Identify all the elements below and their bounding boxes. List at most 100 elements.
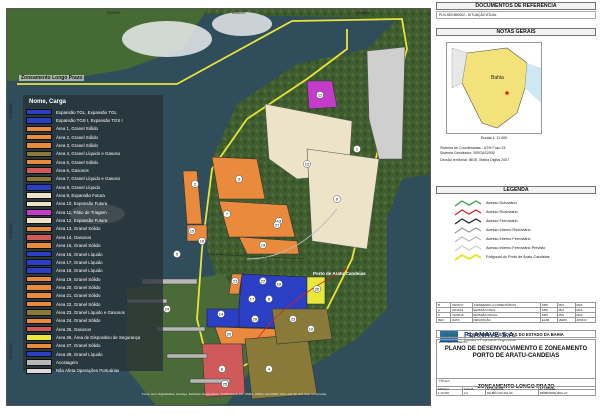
access-legend-item: Acesso Interno Ferroviário Previsto	[454, 243, 596, 252]
legend-swatch	[26, 108, 52, 116]
legend-label: Área 4, Granel Líquido e Gasoso	[56, 151, 121, 157]
legend-item: Área 17, Granel Líquido	[26, 258, 160, 266]
area-number-label: 15	[190, 228, 195, 233]
revision-cell: APROV.	[574, 317, 596, 323]
legend-item: Área 9, Expansão Futura	[26, 191, 160, 199]
area-shape	[271, 308, 333, 345]
legend-label: Expansão TGS I, Expansão TGS I	[56, 118, 123, 124]
access-legend: LEGENDA Acesso Dutoviário Acesso Rodoviár…	[436, 186, 596, 314]
legend-swatch	[26, 175, 52, 183]
legend-item: Área 24, Granel Sólido	[26, 317, 160, 325]
note-line: Sistema Geodésico: SIRGAS2000	[440, 150, 495, 155]
revision-cell: ELAB.	[539, 317, 558, 323]
area-number-label: 17	[250, 296, 255, 301]
access-legend-item: Acesso Ferroviário	[454, 216, 596, 225]
legend-swatch	[26, 367, 52, 375]
legend-heading: LEGENDA	[436, 186, 596, 194]
legend-swatch	[26, 242, 52, 249]
access-line-icon	[454, 226, 482, 233]
legend-item: Área 22, Granel Sólido	[26, 300, 160, 308]
cloud	[212, 12, 272, 36]
area-number-label: 23	[291, 316, 296, 321]
legend-item: Acostagem	[26, 358, 160, 366]
access-legend-item: Acesso Dutoviário	[454, 198, 596, 207]
legend-item: Área 8, Granel Líquido	[26, 183, 160, 191]
legend-label: Área 11, Pátio de Triagem	[56, 209, 107, 215]
area-number-label: 25	[223, 381, 228, 386]
access-legend-label: Acesso Ferroviário	[486, 218, 518, 223]
legend-swatch	[26, 350, 52, 358]
area-number-label: 28	[253, 316, 258, 321]
legend-label: Área 21, Granel Sólido	[56, 293, 101, 299]
legend-label: Área 7, Granel Líquido e Gasoso	[56, 176, 121, 182]
legend-item: Área 12, Expansão Futura	[26, 216, 160, 224]
legend-label: Área 14, Gasosos	[56, 234, 92, 240]
legend-item: Área 6, Gasosos	[26, 166, 160, 174]
legend-swatch	[26, 125, 52, 133]
access-legend-label: Acesso Interno Rodoviário	[486, 227, 531, 232]
legend-swatch	[26, 184, 52, 191]
legend-label: Área 15, Granel Sólido	[56, 243, 101, 249]
legend-swatch	[26, 192, 52, 199]
meta-cell: N° PLANAVE DE-B00-C00-001-00	[484, 386, 539, 396]
ref-heading: DOCUMENTOS DE REFERÊNCIA	[436, 2, 596, 10]
access-legend-item: Poligonal do Porto de Aratu-Candeias	[454, 252, 596, 261]
legend-label: Área 26, Área de Dispositivo de Seguranç…	[56, 334, 141, 340]
coord-left-2: 8586000	[8, 223, 13, 239]
legend-item: Área 20, Granel Sólido	[26, 283, 160, 291]
legend-swatch	[26, 234, 52, 241]
legend-label: Área 9, Expansão Futura	[56, 193, 105, 199]
legend-swatch	[26, 300, 52, 308]
pier	[166, 353, 208, 359]
revision-table: B 30/03/17 ATENDENDO A COMENTÁRIOS SPR PRJ MA…	[435, 302, 596, 323]
inset-map-svg: Bahia	[451, 47, 541, 129]
note-line: Divisão territorial: IBGE, Malha Digital…	[440, 158, 510, 163]
access-legend-label: Acesso Rodoviário	[486, 209, 518, 214]
access-legend-list: Acesso Dutoviário Acesso Rodoviário Acesso…	[436, 198, 596, 261]
legend-label: Área 18, Granel Líquido	[56, 268, 103, 274]
meta-cell: N° CODEBA B00B000000-000-LAY	[537, 386, 597, 396]
legend-swatch	[26, 167, 52, 174]
legend-item: Área 21, Granel Sólido	[26, 292, 160, 300]
client-logo: CODEBA	[441, 332, 459, 337]
legend-swatch	[26, 209, 52, 216]
cloud	[122, 21, 212, 57]
legend-swatch	[26, 309, 52, 316]
legend-item: Área 27, Granel Sólido	[26, 342, 160, 350]
legend-label: Área 1, Granel Sólido	[56, 126, 98, 132]
notes-heading: NOTAS GERAIS	[436, 28, 596, 36]
legend-label: Área 17, Granel Líquido	[56, 259, 103, 265]
legend-label: Área 28, Granel Líquido	[56, 351, 103, 357]
access-legend-item: Acesso Rodoviário	[454, 207, 596, 216]
area-number-label: 16	[200, 238, 205, 243]
legend-swatch	[26, 284, 52, 291]
access-line-icon	[454, 244, 482, 251]
legend-label: Área 12, Expansão Futura	[56, 218, 108, 224]
area-number-label: 24	[165, 306, 170, 311]
legend-label: Expansão TGL, Expansão TGL	[56, 109, 117, 115]
map-frame[interactable]: 1 2 3 4 5 6 7 8 9 10 11 12 13 14 15 16 17 18 19 20 21 22 23 24 2…	[6, 8, 431, 406]
legend-swatch	[26, 150, 52, 158]
legend-item: Área 2, Granel Sólido	[26, 133, 160, 141]
legend-item: Não Afeta Operações Portuárias	[26, 367, 160, 375]
legend-label: Área 2, Granel Sólido	[56, 134, 98, 140]
legend-swatch	[26, 334, 52, 341]
access-line-icon	[454, 217, 482, 224]
area-number-label: 18	[277, 281, 282, 286]
meta-cell: ESCALA 1:10.000	[435, 386, 464, 396]
drawing-title-block: EMPREENDIMENTO PLANO DE DESENVOLVIMENTO …	[436, 339, 596, 379]
legend-swatch	[26, 133, 52, 141]
legend-swatch	[26, 250, 52, 258]
legend-swatch	[26, 259, 52, 266]
client-name: COMPANHIA DAS DOCAS DO ESTADO DA BAHIA	[467, 332, 564, 337]
legend-label: Área 16, Granel Líquido	[56, 251, 103, 257]
general-notes: NOTAS GERAIS Bahia Escala 1: 11.000 Sist…	[436, 28, 596, 208]
legend-item: Área 7, Granel Líquido e Gasoso	[26, 175, 160, 183]
legend-swatch	[26, 200, 52, 208]
legend-label: Área 6, Gasosos	[56, 168, 89, 174]
legend-item: Expansão TGS I, Expansão TGS I	[26, 116, 160, 124]
legend-label: Área 20, Granel Sólido	[56, 284, 101, 290]
area-number-label: 10	[309, 326, 314, 331]
legend-swatch	[26, 158, 52, 166]
map-legend: Nome, Carga Expansão TGL, Expansão TGL Ex…	[23, 95, 163, 375]
